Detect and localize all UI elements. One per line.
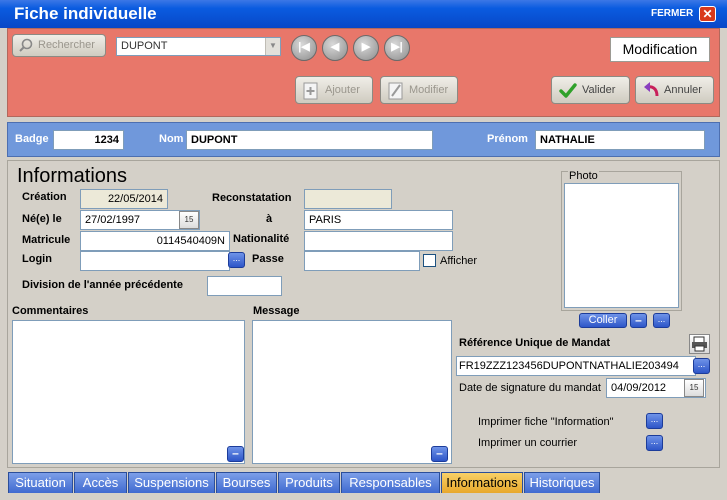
printer-icon[interactable] [689,334,710,354]
mandat-more-button[interactable]: ... [693,358,710,374]
division-label: Division de l'année précédente [22,279,183,291]
badge-field[interactable]: 1234 [53,130,124,150]
identity-strip: Badge 1234 Nom DUPONT Prénom NATHALIE [7,122,720,157]
cancel-button-label: Annuler [664,84,702,96]
magnifier-icon [19,38,33,55]
tab-situation[interactable]: Situation [8,472,73,493]
tab-historiques[interactable]: Historiques [524,472,600,493]
tab-acces[interactable]: Accès [74,472,127,493]
student-combo-value: DUPONT [121,40,168,52]
nationalite-field[interactable] [304,231,453,251]
add-icon [303,82,319,103]
tab-bar: Situation Accès Suspensions Bourses Prod… [8,472,720,496]
print-info-label: Imprimer fiche "Information" [478,416,614,428]
search-button-label: Rechercher [38,39,95,51]
afficher-label: Afficher [440,255,478,267]
validate-button-label: Valider [582,84,616,96]
cancel-button[interactable]: Annuler [635,76,714,104]
login-more-button[interactable]: ... [228,252,245,268]
birthplace-label: à [266,213,273,225]
commentaires-clear-button[interactable]: – [227,446,244,462]
add-button[interactable]: Ajouter [295,76,373,104]
remove-photo-button[interactable]: – [630,313,647,328]
tab-bourses[interactable]: Bourses [216,472,277,493]
modify-button-label: Modifier [409,84,449,96]
mode-indicator: Modification [610,37,710,62]
creation-label: Création [22,191,67,203]
next-record-icon[interactable]: ▶ [353,35,379,61]
login-label: Login [22,253,52,265]
search-button[interactable]: Rechercher [12,34,106,57]
checkmark-icon [559,82,577,102]
nom-label: Nom [159,133,184,145]
message-clear-button[interactable]: – [431,446,448,462]
coller-button[interactable]: Coller [579,313,627,328]
reconstatation-field [304,189,392,209]
badge-label: Badge [15,133,49,145]
matricule-label: Matricule [22,234,71,246]
photo-image[interactable] [564,183,679,308]
info-panel: Informations Création 22/05/2014 Reconst… [7,160,720,468]
photo-frame: Photo [561,170,682,311]
afficher-checkbox[interactable] [423,254,436,267]
birthdate-label: Né(e) le [22,213,62,225]
edit-icon [388,82,404,103]
section-heading: Informations [17,165,128,187]
calendar-icon[interactable]: 15 [179,211,199,229]
validate-button[interactable]: Valider [551,76,630,104]
photo-label: Photo [568,170,599,182]
tab-responsables[interactable]: Responsables [341,472,440,493]
commentaires-label: Commentaires [12,305,89,317]
modify-button[interactable]: Modifier [380,76,458,104]
birthplace-field[interactable]: PARIS [304,210,453,230]
signature-label: Date de signature du mandat [459,382,601,394]
student-combo[interactable]: DUPONT ▼ [116,37,281,56]
tab-produits[interactable]: Produits [278,472,340,493]
passe-field[interactable] [304,251,420,271]
message-label: Message [253,305,300,317]
tab-suspensions[interactable]: Suspensions [128,472,215,493]
chevron-down-icon[interactable]: ▼ [265,38,280,55]
toolbar: Rechercher DUPONT ▼ |◀ ◀ ▶ ▶| Modificati… [7,28,720,117]
prenom-field[interactable]: NATHALIE [535,130,705,150]
close-icon[interactable]: ✕ [699,6,716,22]
prenom-label: Prénom [487,133,528,145]
tab-informations[interactable]: Informations [441,472,523,493]
print-mail-button[interactable]: ... [646,435,663,451]
matricule-field[interactable]: 0114540409N [80,231,230,251]
first-record-icon[interactable]: |◀ [291,35,317,61]
mandat-label: Référence Unique de Mandat [459,337,610,349]
mandat-field[interactable]: FR19ZZZ123456DUPONTNATHALIE203494 [456,356,696,376]
add-button-label: Ajouter [325,84,360,96]
close-label[interactable]: FERMER [651,8,693,19]
commentaires-textarea[interactable] [12,320,245,464]
title-bar: Fiche individuelle FERMER ✕ [0,0,727,28]
passe-label: Passe [252,253,284,265]
print-mail-label: Imprimer un courrier [478,437,578,449]
nationalite-label: Nationalité [233,233,290,245]
undo-icon [642,81,660,102]
reconstatation-label: Reconstatation [212,192,292,204]
previous-record-icon[interactable]: ◀ [322,35,348,61]
division-field[interactable] [207,276,282,296]
last-record-icon[interactable]: ▶| [384,35,410,61]
print-info-button[interactable]: ... [646,413,663,429]
signature-calendar-icon[interactable]: 15 [684,379,704,397]
login-field[interactable] [80,251,230,271]
photo-more-button[interactable]: ... [653,313,670,328]
message-textarea[interactable] [252,320,452,464]
nom-field[interactable]: DUPONT [186,130,433,150]
window-title: Fiche individuelle [14,4,157,23]
creation-field: 22/05/2014 [80,189,168,209]
